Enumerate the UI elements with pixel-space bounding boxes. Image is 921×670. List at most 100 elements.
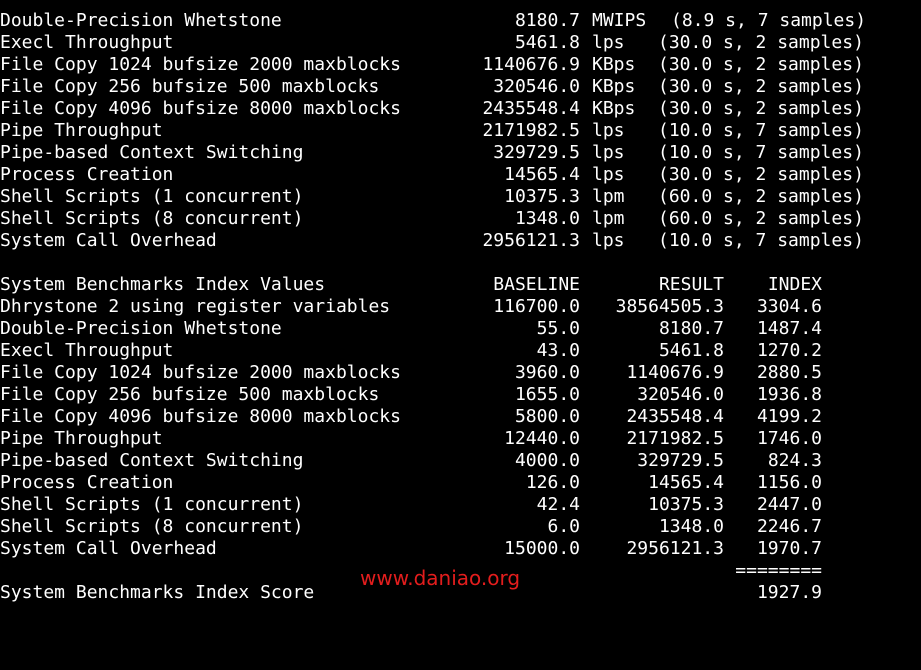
benchmark-unit: lps [592, 32, 625, 53]
index-row-name: Shell Scripts (1 concurrent) [0, 494, 304, 515]
benchmark-name: Double-Precision Whetstone [0, 10, 282, 31]
index-row: File Copy 256 bufsize 500 maxblocks 1655… [0, 384, 921, 406]
index-row-name: File Copy 256 bufsize 500 maxblocks [0, 384, 380, 405]
index-row-name: File Copy 4096 bufsize 8000 maxblocks [0, 406, 401, 427]
benchmark-unit: KBps [592, 98, 636, 119]
result-row: System Call Overhead 2956121.3 lps (10.0… [0, 230, 921, 252]
index-row: Pipe-based Context Switching 4000.0 3297… [0, 450, 921, 472]
benchmark-value: 2435548.4 [482, 98, 580, 119]
index-row-baseline: 42.4 [536, 494, 580, 515]
result-row: Double-Precision Whetstone 8180.7 MWIPS … [0, 10, 921, 32]
benchmark-detail: (30.0 s, 2 samples) [658, 32, 864, 53]
index-row-index: 4199.2 [756, 406, 822, 427]
index-row: Dhrystone 2 using register variables 116… [0, 296, 921, 318]
benchmark-unit: lps [592, 120, 625, 141]
index-row-result: 2435548.4 [626, 406, 724, 427]
index-row-baseline: 43.0 [536, 340, 580, 361]
index-row-name: File Copy 1024 bufsize 2000 maxblocks [0, 362, 401, 383]
benchmark-unit: KBps [592, 54, 636, 75]
baseline-column-header: BASELINE [493, 274, 580, 295]
benchmark-value: 1348.0 [514, 208, 580, 229]
benchmark-name: File Copy 256 bufsize 500 maxblocks [0, 76, 380, 97]
result-row: Process Creation 14565.4 lps (30.0 s, 2 … [0, 164, 921, 186]
result-row: Shell Scripts (1 concurrent) 10375.3 lpm… [0, 186, 921, 208]
index-row: Pipe Throughput 12440.0 2171982.5 1746.0 [0, 428, 921, 450]
benchmark-value: 14565.4 [504, 164, 580, 185]
benchmark-name: Execl Throughput [0, 32, 174, 53]
benchmark-name: Pipe-based Context Switching [0, 142, 304, 163]
benchmark-name: Shell Scripts (8 concurrent) [0, 208, 304, 229]
benchmark-name: System Call Overhead [0, 230, 217, 251]
index-row-index: 1746.0 [756, 428, 822, 449]
index-row: System Call Overhead 15000.0 2956121.3 1… [0, 538, 921, 560]
index-row-name: Pipe-based Context Switching [0, 450, 304, 471]
benchmark-name: File Copy 4096 bufsize 8000 maxblocks [0, 98, 401, 119]
benchmark-detail: (8.9 s, 7 samples) [671, 10, 867, 31]
index-score-label: System Benchmarks Index Score [0, 582, 315, 603]
index-table-title: System Benchmarks Index Values [0, 274, 326, 295]
index-row-result: 2956121.3 [626, 538, 724, 559]
index-table: System Benchmarks Index Values BASELINE … [0, 274, 921, 604]
benchmark-detail: (30.0 s, 2 samples) [658, 98, 864, 119]
index-row-result: 8180.7 [658, 318, 724, 339]
benchmark-name: File Copy 1024 bufsize 2000 maxblocks [0, 54, 401, 75]
benchmark-unit: KBps [592, 76, 636, 97]
result-row: File Copy 256 bufsize 500 maxblocks 3205… [0, 76, 921, 98]
index-table-header: System Benchmarks Index Values BASELINE … [0, 274, 921, 296]
result-row: File Copy 4096 bufsize 8000 maxblocks 24… [0, 98, 921, 120]
benchmark-value: 329729.5 [493, 142, 580, 163]
benchmark-unit: lpm [592, 208, 625, 229]
benchmark-unit: lps [592, 142, 625, 163]
index-row-name: Process Creation [0, 472, 174, 493]
index-row-index: 824.3 [767, 450, 822, 471]
index-row-result: 329729.5 [637, 450, 724, 471]
index-row-baseline: 126.0 [525, 472, 580, 493]
benchmark-detail: (30.0 s, 2 samples) [658, 164, 864, 185]
index-row-result: 2171982.5 [626, 428, 724, 449]
index-row-name: Double-Precision Whetstone [0, 318, 282, 339]
index-row-name: Pipe Throughput [0, 428, 163, 449]
result-row: Shell Scripts (8 concurrent) 1348.0 lpm … [0, 208, 921, 230]
benchmark-value: 2956121.3 [482, 230, 580, 251]
benchmark-value: 320546.0 [493, 76, 580, 97]
benchmark-value: 10375.3 [504, 186, 580, 207]
index-row-baseline: 55.0 [536, 318, 580, 339]
index-row-baseline: 12440.0 [504, 428, 580, 449]
index-row: Process Creation 126.0 14565.4 1156.0 [0, 472, 921, 494]
benchmark-detail: (60.0 s, 2 samples) [658, 186, 864, 207]
index-row-result: 38564505.3 [615, 296, 724, 317]
index-row-name: Dhrystone 2 using register variables [0, 296, 391, 317]
index-row-baseline: 3960.0 [514, 362, 580, 383]
index-row: File Copy 1024 bufsize 2000 maxblocks 39… [0, 362, 921, 384]
index-row-index: 2246.7 [756, 516, 822, 537]
index-row-name: Execl Throughput [0, 340, 174, 361]
index-row: Shell Scripts (8 concurrent) 6.0 1348.0 … [0, 516, 921, 538]
result-column-header: RESULT [658, 274, 724, 295]
index-row-index: 1970.7 [756, 538, 822, 559]
index-row-baseline: 5800.0 [514, 406, 580, 427]
index-row-result: 5461.8 [658, 340, 724, 361]
result-row: Pipe-based Context Switching 329729.5 lp… [0, 142, 921, 164]
index-row: Execl Throughput 43.0 5461.8 1270.2 [0, 340, 921, 362]
benchmark-value: 1140676.9 [482, 54, 580, 75]
index-row-result: 10375.3 [648, 494, 724, 515]
benchmark-unit: lps [592, 164, 625, 185]
index-row-index: 2880.5 [756, 362, 822, 383]
index-row: File Copy 4096 bufsize 8000 maxblocks 58… [0, 406, 921, 428]
benchmark-unit: lps [592, 230, 625, 251]
index-row: Double-Precision Whetstone 55.0 8180.7 1… [0, 318, 921, 340]
benchmark-value: 5461.8 [514, 32, 580, 53]
index-row-index: 1936.8 [756, 384, 822, 405]
index-row-result: 14565.4 [648, 472, 724, 493]
benchmark-unit: MWIPS [592, 10, 647, 31]
index-row-index: 2447.0 [756, 494, 822, 515]
benchmark-name: Shell Scripts (1 concurrent) [0, 186, 304, 207]
index-row-result: 320546.0 [637, 384, 724, 405]
index-row-index: 1156.0 [756, 472, 822, 493]
index-column-header: INDEX [767, 274, 822, 295]
index-row-baseline: 4000.0 [514, 450, 580, 471]
index-row: Shell Scripts (1 concurrent) 42.4 10375.… [0, 494, 921, 516]
raw-results-section: Double-Precision Whetstone 8180.7 MWIPS … [0, 10, 921, 252]
terminal-output: Double-Precision Whetstone 8180.7 MWIPS … [0, 10, 921, 604]
result-row: Execl Throughput 5461.8 lps (30.0 s, 2 s… [0, 32, 921, 54]
